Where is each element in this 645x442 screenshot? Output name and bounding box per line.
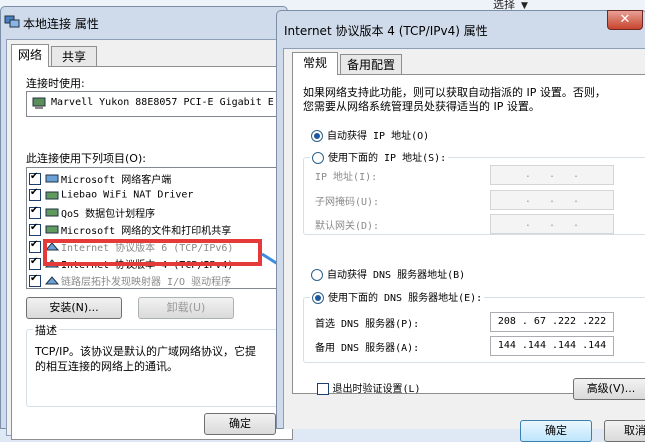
item-label: Liebao WiFi NAT Driver <box>61 189 194 201</box>
manual-ip-option[interactable]: 使用下面的 IP 地址(S): <box>310 149 449 164</box>
close-button[interactable]: ✕ <box>607 10 643 30</box>
checkbox[interactable] <box>29 222 41 236</box>
highlight-box <box>43 239 262 266</box>
window-body: 常规 备用配置 如果网络支持此功能，则可以获取自动指派的 IP 设置。否则， 您… <box>283 48 645 442</box>
list-item[interactable]: Microsoft 网络客户端 <box>29 171 171 187</box>
tab-network[interactable]: 网络 <box>11 44 49 67</box>
manual-ip-group: 使用下面的 IP 地址(S): IP 地址(I): . . . 子网掩码(U):… <box>303 149 645 235</box>
checkbox[interactable] <box>29 256 41 270</box>
select-menu[interactable]: 选择 ▼ <box>493 0 528 11</box>
preferred-dns-field[interactable]: 208 . 67 .222 .222 <box>490 312 614 332</box>
subnet-mask-field[interactable]: . . . <box>490 190 614 210</box>
auto-dns-label: 自动获得 DNS 服务器地址(B) <box>327 270 466 281</box>
manual-ip-radio[interactable] <box>312 152 324 164</box>
adapter-field: Marvell Yukon 88E8057 PCI-E Gigabit E <box>26 91 298 117</box>
tab-alternate-config[interactable]: 备用配置 <box>340 54 402 75</box>
client-icon <box>45 174 59 183</box>
window-title: Internet 协议版本 4 (TCP/IPv4) 属性 <box>284 24 488 38</box>
manual-dns-radio[interactable] <box>312 292 324 304</box>
local-connection-properties-window: 本地连接 属性 网络 共享 连接时使用: Marvell Yukon 88E80… <box>0 6 320 440</box>
preferred-dns-label: 首选 DNS 服务器(P): <box>315 319 420 330</box>
window-body: 网络 共享 连接时使用: Marvell Yukon 88E8057 PCI-E… <box>6 39 320 440</box>
alternate-dns-label: 备用 DNS 服务器(A): <box>315 343 420 354</box>
item-label: 链路层拓扑发现映射器 I/O 驱动程序 <box>61 277 232 288</box>
validate-option[interactable]: 退出时验证设置(L) <box>317 380 421 395</box>
ip-address-field[interactable]: . . . <box>490 165 614 185</box>
gateway-field[interactable]: . . . <box>490 214 614 234</box>
alternate-dns-field[interactable]: 144 .144 .144 .144 <box>490 336 614 356</box>
tab-general[interactable]: 常规 <box>292 52 338 75</box>
auto-dns-option[interactable]: 自动获得 DNS 服务器地址(B) <box>311 266 465 281</box>
window-title: 本地连接 属性 <box>23 17 99 31</box>
items-label: 此连接使用下列项目(O): <box>26 152 146 165</box>
checkbox[interactable] <box>29 171 41 185</box>
manual-dns-option[interactable]: 使用下面的 DNS 服务器地址(E): <box>310 289 485 304</box>
list-item[interactable]: QoS 数据包计划程序 <box>29 205 155 221</box>
manual-dns-label: 使用下面的 DNS 服务器地址(E): <box>328 293 483 304</box>
description-title: 描述 <box>33 322 59 338</box>
checkbox[interactable] <box>29 239 41 253</box>
description-text: TCP/IP。该协议是默认的广域网络协议，它提 <box>35 345 256 358</box>
checkbox[interactable] <box>29 187 41 201</box>
ok-button[interactable]: 确定 <box>520 420 592 442</box>
advanced-button[interactable]: 高级(V)... <box>573 378 645 400</box>
adapter-icon <box>32 97 46 109</box>
general-tab-panel: 如果网络支持此功能，则可以获取自动指派的 IP 设置。否则， 您需要从网络系统管… <box>292 74 645 400</box>
manual-dns-group: 使用下面的 DNS 服务器地址(E): 首选 DNS 服务器(P): 208 .… <box>303 289 645 363</box>
item-label: Microsoft 网络客户端 <box>61 175 172 186</box>
driver-icon <box>45 191 59 199</box>
intro-text-2: 您需要从网络系统管理员处获得适当的 IP 设置。 <box>303 100 540 113</box>
connect-using-label: 连接时使用: <box>26 77 85 90</box>
list-item[interactable]: Microsoft 网络的文件和打印机共享 <box>29 222 231 238</box>
uninstall-button[interactable]: 卸载(U) <box>138 297 234 319</box>
ipv4-properties-window: Internet 协议版本 4 (TCP/IPv4) 属性 ✕ 常规 备用配置 … <box>276 10 645 442</box>
tab-sharing[interactable]: 共享 <box>51 46 97 67</box>
subnet-mask-label: 子网掩码(U): <box>315 197 380 208</box>
validate-label: 退出时验证设置(L) <box>332 384 421 395</box>
install-button[interactable]: 安装(N)... <box>26 297 122 319</box>
ip-address-label: IP 地址(I): <box>315 172 378 183</box>
auto-dns-radio[interactable] <box>311 269 323 281</box>
gateway-label: 默认网关(D): <box>315 221 380 232</box>
auto-ip-option[interactable]: 自动获得 IP 地址(O) <box>311 127 429 142</box>
protocol-icon <box>45 276 59 285</box>
cancel-button[interactable]: 取消 <box>604 420 645 442</box>
service-icon <box>45 225 59 234</box>
network-icon <box>4 15 20 28</box>
checkbox[interactable] <box>29 205 41 219</box>
adapter-name: Marvell Yukon 88E8057 PCI-E Gigabit E <box>51 97 274 108</box>
description-text-2: 的相互连接的网络上的通讯。 <box>35 360 178 373</box>
ok-button[interactable]: 确定 <box>204 413 276 435</box>
manual-ip-label: 使用下面的 IP 地址(S): <box>328 153 447 164</box>
auto-ip-label: 自动获得 IP 地址(O) <box>327 131 430 142</box>
close-icon: ✕ <box>619 12 631 27</box>
auto-ip-radio[interactable] <box>311 130 323 142</box>
checkbox[interactable] <box>29 273 41 287</box>
item-label: Microsoft 网络的文件和打印机共享 <box>61 226 232 237</box>
list-item[interactable]: Liebao WiFi NAT Driver <box>29 187 194 204</box>
validate-checkbox[interactable] <box>317 383 329 395</box>
item-label: QoS 数据包计划程序 <box>61 209 156 220</box>
description-group: 描述 TCP/IP。该协议是默认的广域网络协议，它提 的相互连接的网络上的通讯。 <box>26 322 298 407</box>
service-icon <box>45 208 59 217</box>
list-item[interactable]: 链路层拓扑发现映射器 I/O 驱动程序 <box>29 273 232 288</box>
